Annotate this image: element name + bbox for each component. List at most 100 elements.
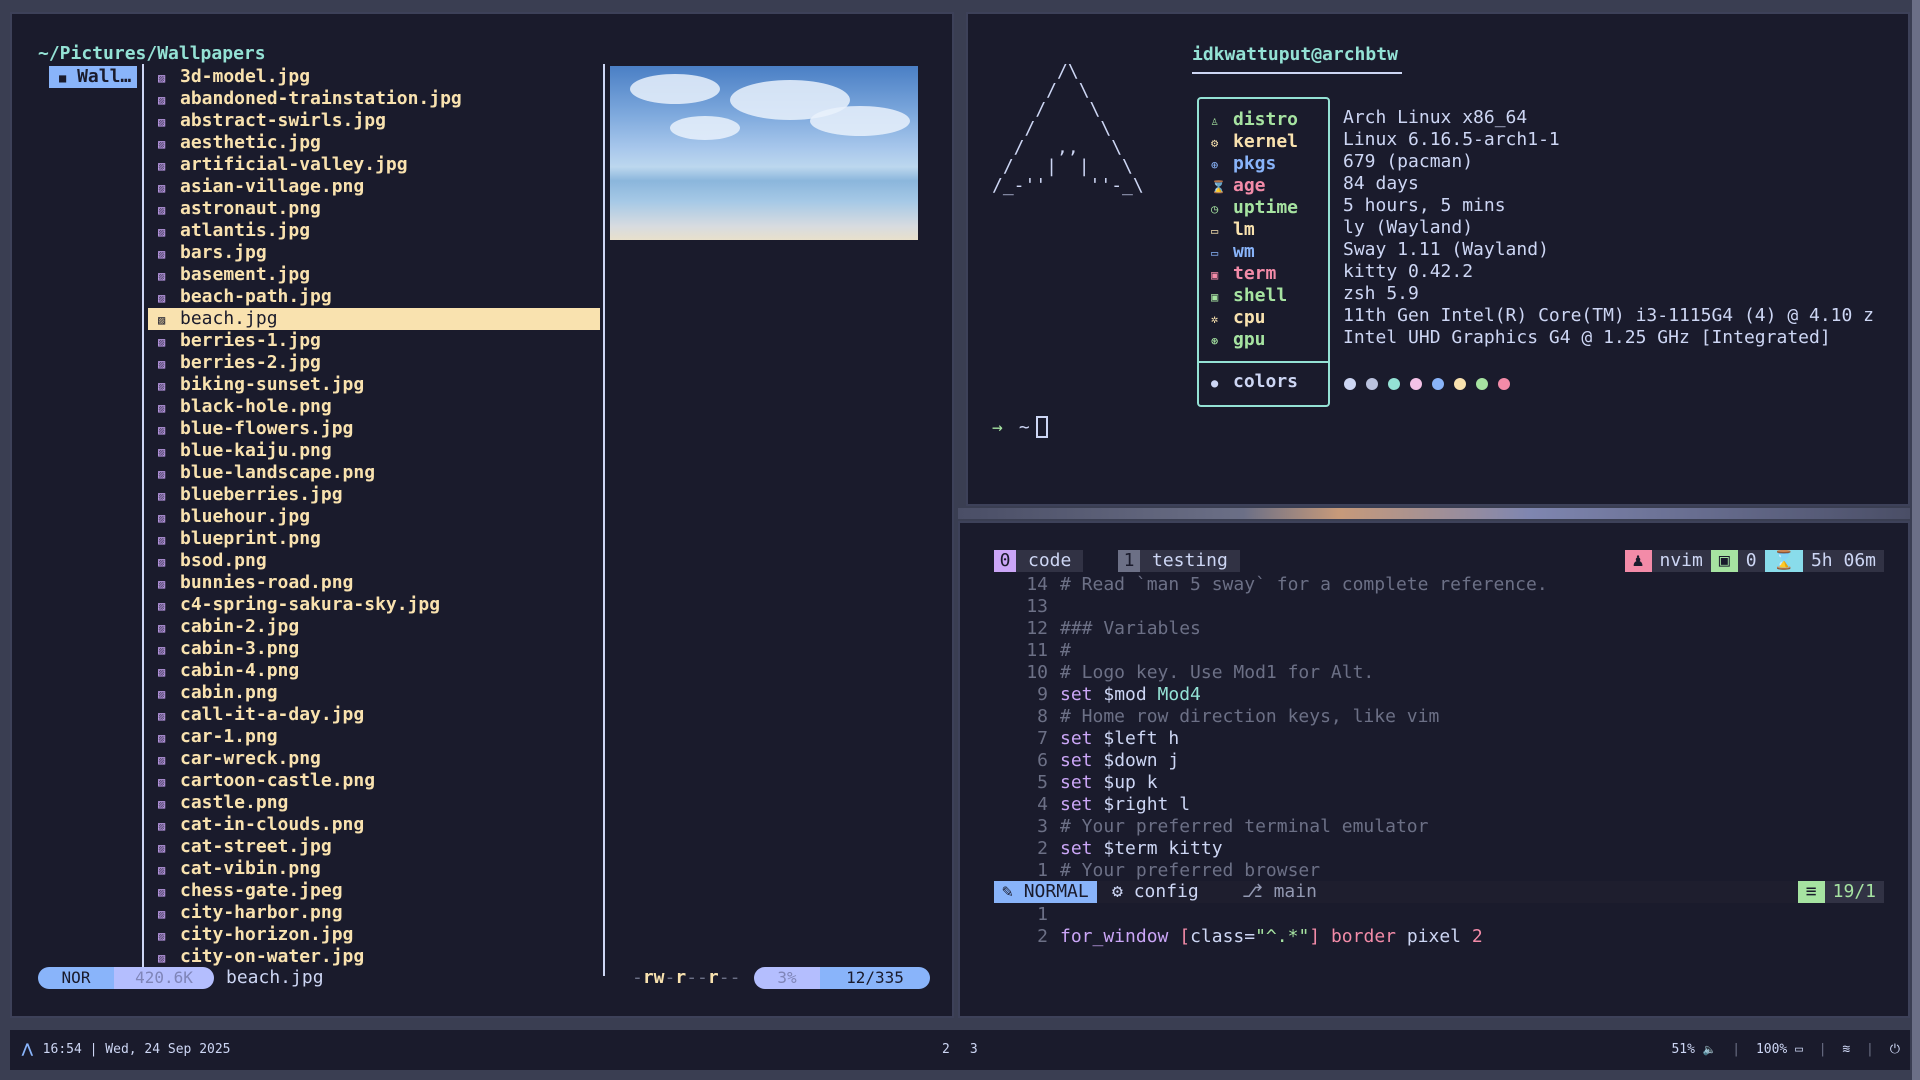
code-line[interactable]: 1 # Your preferred browser: [994, 860, 1884, 882]
file-item[interactable]: ▨ bsod.png: [148, 550, 600, 572]
file-item[interactable]: ▨ astronaut.png: [148, 198, 600, 220]
terminal-nvim-window[interactable]: 0 code 1 testing ♟ nvim ▣ 0 ⌛ 5h 06m 14 # Read `…: [958, 521, 1910, 1018]
file-size: 420.6K: [114, 967, 214, 989]
file-item[interactable]: ▨ asian-village.png: [148, 176, 600, 198]
workspace-button[interactable]: 2: [942, 1042, 950, 1057]
file-name: biking-sunset.jpg: [180, 374, 365, 395]
file-item[interactable]: ▨ atlantis.jpg: [148, 220, 600, 242]
file-item[interactable]: ▨ blue-kaiju.png: [148, 440, 600, 462]
file-item[interactable]: ▨ abandoned-trainstation.jpg: [148, 88, 600, 110]
file-item[interactable]: ▨ biking-sunset.jpg: [148, 374, 600, 396]
code-line[interactable]: 3 # Your preferred terminal emulator: [994, 816, 1884, 838]
info-value-lm: ly (Wayland): [1343, 217, 1474, 238]
file-item[interactable]: ▨ cabin.png: [148, 682, 600, 704]
code-line[interactable]: 9 set $mod Mod4: [994, 684, 1884, 706]
info-key-kernel: ⚙ kernel: [1211, 131, 1299, 152]
branch-icon: ⎇: [1242, 881, 1263, 902]
parent-directory-pane[interactable]: ■ Wall…: [49, 66, 137, 88]
file-item[interactable]: ▨ bunnies-road.png: [148, 572, 600, 594]
arch-logo-icon[interactable]: ⋀: [22, 1042, 33, 1057]
code-line[interactable]: 2 for_window [class="^.*"] border pixel 2: [994, 926, 1884, 948]
workspaces: 23: [942, 1042, 998, 1057]
file-item[interactable]: ▨ c4-spring-sakura-sky.jpg: [148, 594, 600, 616]
code-line[interactable]: 4 set $right l: [994, 794, 1884, 816]
code-line[interactable]: 12 ### Variables: [994, 618, 1884, 640]
file-item[interactable]: ▨ city-horizon.jpg: [148, 924, 600, 946]
power-icon[interactable]: ⏻: [1890, 1042, 1900, 1057]
image-file-icon: ▨: [158, 753, 166, 767]
image-file-icon: ▨: [158, 489, 166, 503]
file-manager-window[interactable]: ~/Pictures/Wallpapers ■ Wall… ▨ 3d-model.…: [10, 12, 954, 1018]
file-item[interactable]: ▨ cartoon-castle.png: [148, 770, 600, 792]
code-line[interactable]: 11 #: [994, 640, 1884, 662]
palette-dot: [1366, 378, 1378, 390]
image-file-icon: ▨: [158, 137, 166, 151]
terminal-fastfetch-window[interactable]: /\ / \ / \ / \ / ,, \ / | | \ /_-'' ''-_…: [966, 12, 1910, 506]
file-item[interactable]: ▨ blueberries.jpg: [148, 484, 600, 506]
file-item[interactable]: ▨ black-hole.png: [148, 396, 600, 418]
code-line[interactable]: 1: [994, 904, 1884, 926]
file-item[interactable]: ▨ cat-street.jpg: [148, 836, 600, 858]
shell-prompt[interactable]: → ~: [992, 416, 1048, 438]
workspace-button[interactable]: 3: [970, 1042, 978, 1057]
file-item[interactable]: ▨ basement.jpg: [148, 264, 600, 286]
image-file-icon: ▨: [158, 665, 166, 679]
line-number: 8: [1037, 706, 1048, 727]
file-list[interactable]: ▨ 3d-model.jpg ▨ abandoned-trainstation.jpg…: [148, 66, 600, 968]
file-item[interactable]: ▨ blue-flowers.jpg: [148, 418, 600, 440]
file-item[interactable]: ▨ castle.png: [148, 792, 600, 814]
file-item[interactable]: ▨ artificial-valley.jpg: [148, 154, 600, 176]
code-line[interactable]: 8 # Home row direction keys, like vim: [994, 706, 1884, 728]
file-item[interactable]: ▨ city-harbor.png: [148, 902, 600, 924]
file-name: city-on-water.jpg: [180, 946, 365, 967]
file-item[interactable]: ▨ cabin-4.png: [148, 660, 600, 682]
file-name: abstract-swirls.jpg: [180, 110, 386, 131]
file-item[interactable]: ▨ city-on-water.jpg: [148, 946, 600, 968]
file-item[interactable]: ▨ bars.jpg: [148, 242, 600, 264]
file-name: castle.png: [180, 792, 289, 813]
file-item[interactable]: ▨ call-it-a-day.jpg: [148, 704, 600, 726]
tab-testing[interactable]: 1 testing: [1118, 550, 1240, 572]
code-line[interactable]: 14 # Read `man 5 sway` for a complete ref…: [994, 574, 1884, 596]
mode-indicator: NOR: [38, 967, 114, 989]
line-number: 1: [1037, 904, 1048, 925]
code-line[interactable]: 10 # Logo key. Use Mod1 for Alt.: [994, 662, 1884, 684]
arch-logo: /\ / \ / \ / \ / ,, \ / | | \ /_-'' ''-_…: [992, 61, 1144, 196]
code-line[interactable]: 7 set $left h: [994, 728, 1884, 750]
wifi-icon[interactable]: ≋: [1842, 1042, 1850, 1057]
color-palette: [1344, 374, 1520, 395]
file-item[interactable]: ▨ cabin-2.jpg: [148, 616, 600, 638]
file-item[interactable]: ▨ berries-2.jpg: [148, 352, 600, 374]
line-text: # Your preferred browser: [1060, 860, 1321, 881]
image-file-icon: ▨: [158, 863, 166, 877]
file-item[interactable]: ▨ aesthetic.jpg: [148, 132, 600, 154]
file-item[interactable]: ▨ cabin-3.png: [148, 638, 600, 660]
lm-icon: ▭: [1211, 224, 1219, 238]
file-item[interactable]: ▨ car-1.png: [148, 726, 600, 748]
code-line[interactable]: 5 set $up k: [994, 772, 1884, 794]
file-item[interactable]: ▨ cat-in-clouds.png: [148, 814, 600, 836]
line-number: 3: [1037, 816, 1048, 837]
file-item[interactable]: ▨ 3d-model.jpg: [148, 66, 600, 88]
file-item[interactable]: ▨ car-wreck.png: [148, 748, 600, 770]
image-file-icon: ▨: [158, 313, 166, 327]
file-item[interactable]: ▨ beach.jpg: [148, 308, 600, 330]
image-file-icon: ▨: [158, 731, 166, 745]
file-item[interactable]: ▨ berries-1.jpg: [148, 330, 600, 352]
parent-dir-selected[interactable]: ■ Wall…: [49, 66, 137, 88]
file-item[interactable]: ▨ blue-landscape.png: [148, 462, 600, 484]
code-line[interactable]: 2 set $term kitty: [994, 838, 1884, 860]
file-item[interactable]: ▨ beach-path.jpg: [148, 286, 600, 308]
file-item[interactable]: ▨ chess-gate.jpeg: [148, 880, 600, 902]
code-line[interactable]: 13: [994, 596, 1884, 618]
file-item[interactable]: ▨ blueprint.png: [148, 528, 600, 550]
file-item[interactable]: ▨ bluehour.jpg: [148, 506, 600, 528]
info-key-shell: ▣ shell: [1211, 285, 1288, 306]
line-number: 9: [1037, 684, 1048, 705]
file-item[interactable]: ▨ abstract-swirls.jpg: [148, 110, 600, 132]
volume-icon[interactable]: 🔈: [1703, 1043, 1717, 1056]
file-item[interactable]: ▨ cat-vibin.png: [148, 858, 600, 880]
volume-level[interactable]: 51%: [1671, 1042, 1694, 1057]
code-line[interactable]: 6 set $down j: [994, 750, 1884, 772]
tab-code[interactable]: 0 code: [994, 550, 1084, 572]
